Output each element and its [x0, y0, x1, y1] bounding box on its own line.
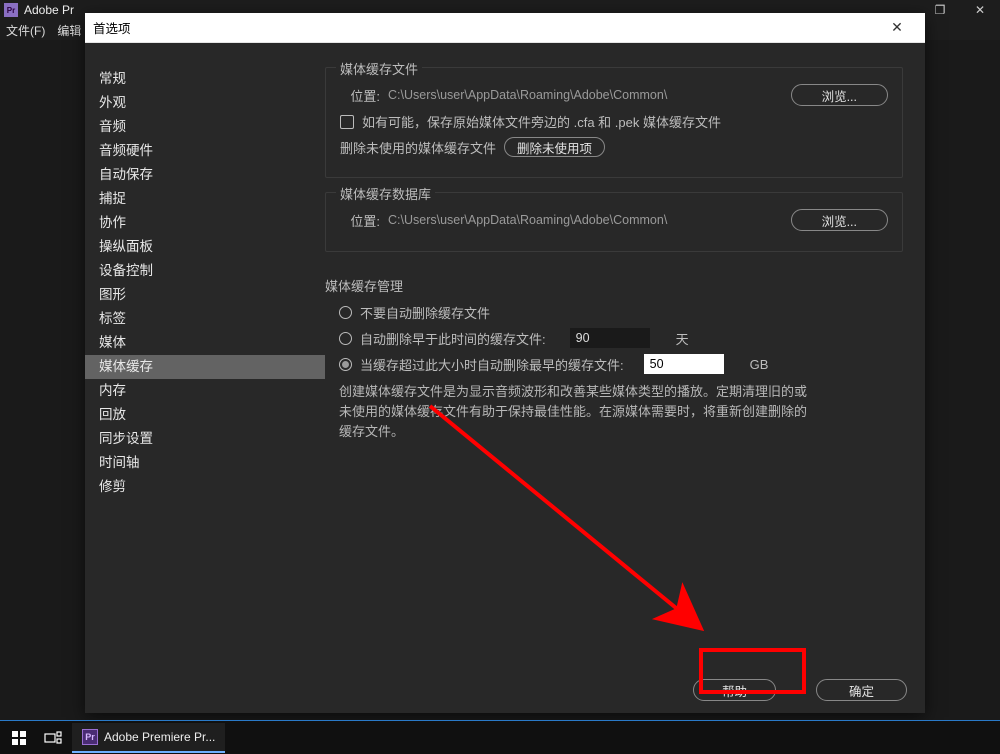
- sidebar-item[interactable]: 音频硬件: [85, 139, 325, 163]
- browse-button[interactable]: 浏览...: [791, 84, 888, 106]
- radio-delete-when-exceeds[interactable]: [339, 358, 352, 371]
- taskbar: Pr Adobe Premiere Pr...: [0, 720, 1000, 754]
- management-description: 创建媒体缓存文件是为显示音频波形和改善某些媒体类型的播放。定期清理旧的或未使用的…: [339, 382, 819, 442]
- dialog-footer: 帮助 确定: [693, 679, 907, 701]
- sidebar-item[interactable]: 时间轴: [85, 451, 325, 475]
- media-cache-files-group: 媒体缓存文件 位置: C:\Users\user\AppData\Roaming…: [325, 67, 903, 178]
- preferences-content: 媒体缓存文件 位置: C:\Users\user\AppData\Roaming…: [325, 43, 925, 713]
- close-icon[interactable]: ✕: [877, 13, 917, 43]
- radio-dont-delete-label: 不要自动删除缓存文件: [360, 303, 490, 322]
- premiere-logo-icon: Pr: [4, 3, 18, 17]
- media-cache-files-path: C:\Users\user\AppData\Roaming\Adobe\Comm…: [388, 88, 783, 102]
- menu-file[interactable]: 文件(F): [6, 22, 45, 39]
- radio-dont-delete[interactable]: [339, 306, 352, 319]
- media-cache-db-group: 媒体缓存数据库 位置: C:\Users\user\AppData\Roamin…: [325, 192, 903, 252]
- sidebar-item[interactable]: 媒体: [85, 331, 325, 355]
- help-button[interactable]: 帮助: [693, 679, 776, 701]
- premiere-logo-icon: Pr: [82, 729, 98, 745]
- dialog-title-text: 首选项: [93, 18, 131, 37]
- sidebar-item[interactable]: 媒体缓存: [85, 355, 325, 379]
- sidebar-item[interactable]: 设备控制: [85, 259, 325, 283]
- sidebar-item[interactable]: 协作: [85, 211, 325, 235]
- sidebar-item[interactable]: 音频: [85, 115, 325, 139]
- browse-button[interactable]: 浏览...: [791, 209, 888, 231]
- windows-icon: [12, 731, 26, 745]
- save-next-to-media-label: 如有可能，保存原始媒体文件旁边的 .cfa 和 .pek 媒体缓存文件: [362, 112, 721, 131]
- sidebar-item[interactable]: 同步设置: [85, 427, 325, 451]
- days-unit: 天: [676, 329, 689, 348]
- radio-delete-when-exceeds-label: 当缓存超过此大小时自动删除最早的缓存文件:: [360, 355, 624, 374]
- media-cache-management-group: 媒体缓存管理 不要自动删除缓存文件 自动删除早于此时间的缓存文件: 天 当缓存超…: [325, 266, 903, 456]
- sidebar-item[interactable]: 外观: [85, 91, 325, 115]
- sidebar-item[interactable]: 操纵面板: [85, 235, 325, 259]
- radio-delete-older-than-label: 自动删除早于此时间的缓存文件:: [360, 329, 546, 348]
- ok-button[interactable]: 确定: [816, 679, 907, 701]
- sidebar-item[interactable]: 捕捉: [85, 187, 325, 211]
- save-next-to-media-checkbox[interactable]: [340, 115, 354, 129]
- sidebar-item[interactable]: 常规: [85, 67, 325, 91]
- preferences-dialog: 首选项 ✕ 常规外观音频音频硬件自动保存捕捉协作操纵面板设备控制图形标签媒体媒体…: [85, 13, 925, 713]
- dialog-titlebar: 首选项 ✕: [85, 13, 925, 43]
- location-label: 位置:: [340, 211, 380, 230]
- sidebar-item[interactable]: 内存: [85, 379, 325, 403]
- gb-unit: GB: [750, 357, 769, 372]
- task-view-icon: [44, 731, 62, 745]
- window-close-icon[interactable]: ✕: [960, 0, 1000, 20]
- premiere-app-name: Adobe Pr: [24, 3, 74, 17]
- sidebar-item[interactable]: 自动保存: [85, 163, 325, 187]
- preferences-sidebar: 常规外观音频音频硬件自动保存捕捉协作操纵面板设备控制图形标签媒体媒体缓存内存回放…: [85, 43, 325, 713]
- days-input[interactable]: [570, 328, 650, 348]
- taskbar-premiere-task[interactable]: Pr Adobe Premiere Pr...: [72, 723, 225, 753]
- task-view-button[interactable]: [36, 724, 70, 752]
- sidebar-item[interactable]: 图形: [85, 283, 325, 307]
- delete-unused-button[interactable]: 删除未使用项: [504, 137, 605, 157]
- sidebar-item[interactable]: 标签: [85, 307, 325, 331]
- sidebar-item[interactable]: 回放: [85, 403, 325, 427]
- location-label: 位置:: [340, 86, 380, 105]
- gb-input[interactable]: [644, 354, 724, 374]
- section-title: 媒体缓存文件: [336, 59, 422, 78]
- taskbar-task-label: Adobe Premiere Pr...: [104, 730, 215, 744]
- start-button[interactable]: [4, 724, 34, 752]
- menu-edit[interactable]: 编辑: [57, 22, 81, 39]
- section-title: 媒体缓存管理: [325, 276, 889, 295]
- radio-delete-older-than[interactable]: [339, 332, 352, 345]
- section-title: 媒体缓存数据库: [336, 184, 435, 203]
- window-restore-icon[interactable]: ❐: [920, 0, 960, 20]
- sidebar-item[interactable]: 修剪: [85, 475, 325, 499]
- media-cache-db-path: C:\Users\user\AppData\Roaming\Adobe\Comm…: [388, 213, 783, 227]
- delete-unused-label: 删除未使用的媒体缓存文件: [340, 138, 496, 157]
